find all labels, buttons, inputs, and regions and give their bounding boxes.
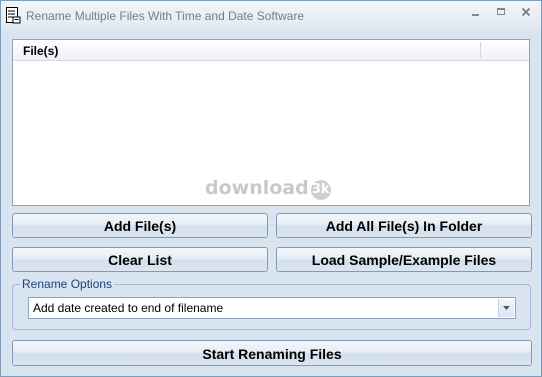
- watermark-badge: 3k: [310, 180, 331, 200]
- maximize-button[interactable]: [491, 7, 511, 23]
- main-window: Rename Multiple Files With Time and Date…: [0, 0, 542, 377]
- column-divider[interactable]: [480, 42, 481, 58]
- add-files-button[interactable]: Add File(s): [12, 213, 268, 238]
- watermark-text: download: [205, 177, 309, 199]
- column-header-files[interactable]: File(s): [23, 44, 58, 58]
- window-title: Rename Multiple Files With Time and Date…: [26, 9, 305, 23]
- maximize-icon: [497, 8, 505, 15]
- dropdown-button[interactable]: [498, 299, 514, 317]
- list-header: File(s): [13, 40, 529, 61]
- add-all-files-in-folder-button[interactable]: Add All File(s) In Folder: [276, 213, 532, 238]
- start-renaming-files-button[interactable]: Start Renaming Files: [12, 340, 532, 366]
- close-button[interactable]: [516, 7, 536, 23]
- file-list[interactable]: File(s) download 3k: [12, 39, 530, 206]
- watermark: download 3k: [205, 177, 331, 200]
- title-bar[interactable]: Rename Multiple Files With Time and Date…: [1, 1, 541, 31]
- rename-options-select[interactable]: Add date created to end of filename: [28, 297, 516, 319]
- close-icon: [521, 7, 531, 17]
- rename-options-group: Rename Options Add date created to end o…: [12, 277, 531, 330]
- minimize-button[interactable]: [466, 7, 486, 23]
- rename-options-selected-value: Add date created to end of filename: [33, 301, 224, 315]
- load-sample-files-button[interactable]: Load Sample/Example Files: [276, 247, 532, 272]
- app-icon[interactable]: [6, 7, 21, 24]
- rename-options-label: Rename Options: [20, 277, 115, 291]
- clear-list-button[interactable]: Clear List: [12, 247, 268, 272]
- chevron-down-icon: [503, 306, 510, 310]
- minimize-icon: [472, 14, 479, 16]
